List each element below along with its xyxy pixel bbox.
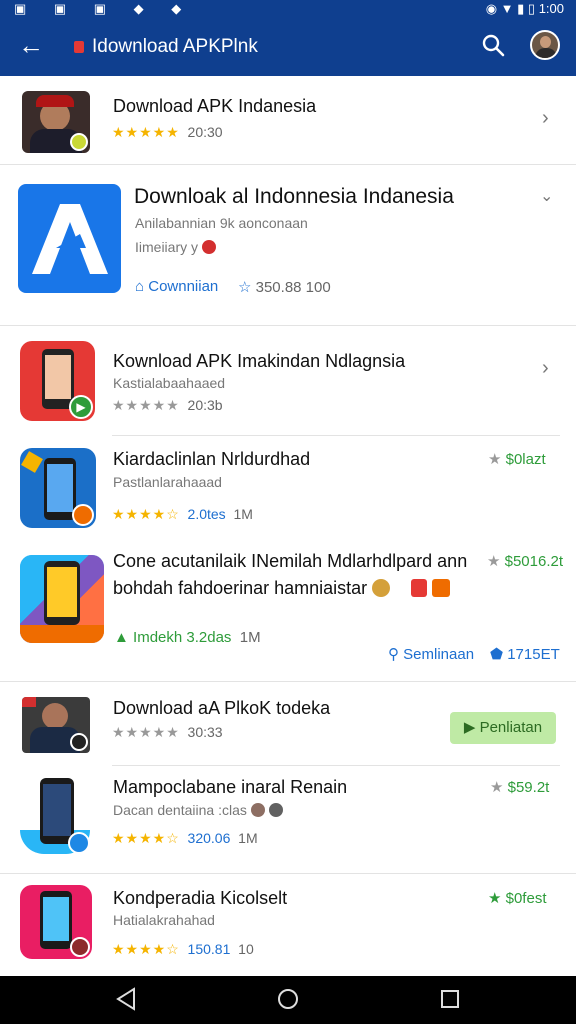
letter-a-logo-icon — [32, 204, 108, 274]
play-badge-icon: ▶ — [69, 395, 93, 419]
app-name: Kondperadia Kicolselt — [113, 888, 288, 908]
app-name: Mampoclabane inaral Renain — [113, 777, 348, 797]
rating-action[interactable]: ⬟ 1715ET — [490, 645, 560, 663]
status-time: ◉ ▼ ▮ ▯ 1:00 — [485, 1, 564, 16]
notification-icons: ▣ ▣ ▣ ◆ ◆ — [14, 1, 194, 16]
divider — [0, 325, 576, 326]
recents-nav-icon[interactable] — [438, 986, 462, 1012]
app-icon — [20, 448, 96, 528]
app-rating: ★★★★★ 30:33 — [112, 724, 223, 740]
app-price: ★ $0lazt — [488, 451, 546, 468]
app-name: Kownload APK Imakindan Ndlagnsia — [113, 351, 406, 371]
card-app-icon — [18, 184, 121, 293]
app-subtitle: Dacan dentaiina :clas — [113, 802, 283, 818]
app-name-line2: bohdah fahdoerinar hamniaistar — [113, 578, 451, 599]
coin-icon — [250, 803, 265, 817]
emoji-icon — [372, 579, 391, 597]
app-category: ▲ Imdekh 3.2das 1M — [114, 629, 261, 646]
app-rating: ★★★★☆ 320.06 1M — [112, 830, 258, 846]
app-icon — [20, 885, 92, 959]
app-rating: ★★★★★ 20:3b — [112, 397, 223, 413]
card-install-action[interactable]: ⌂ Cownniian — [135, 278, 218, 295]
app-icon — [20, 555, 104, 643]
app-logo-icon — [74, 41, 84, 53]
profile-avatar[interactable] — [530, 30, 560, 60]
page-title: Idownload APKPlnk — [74, 36, 258, 58]
app-subtitle: Pastlanlarahaaad — [113, 474, 222, 490]
status-bar: ▣ ▣ ▣ ◆ ◆ ◉ ▼ ▮ ▯ 1:00 — [0, 0, 576, 18]
chevron-down-icon[interactable]: ⌄ — [540, 186, 553, 206]
divider — [0, 681, 576, 682]
card-app-category: Iimeiiary y — [135, 239, 216, 255]
app-icon — [20, 774, 92, 858]
app-rating: ★★★★☆ 2.0tes 1M — [112, 506, 253, 522]
card-app-desc: Anilabannian 9k aonconaan — [135, 215, 308, 231]
app-price: ★ $0fest — [488, 890, 547, 907]
divider — [112, 765, 560, 766]
card-rating-action[interactable]: ☆ 350.88 100 — [238, 278, 331, 296]
install-button[interactable]: ▶ Penliatan — [450, 712, 556, 744]
info-icon — [268, 803, 283, 817]
chevron-right-icon[interactable]: › — [542, 107, 549, 130]
app-icon: ▶ — [20, 341, 95, 421]
badge-icon — [201, 240, 216, 254]
install-action[interactable]: ⚲ Semlinaan — [388, 645, 474, 663]
featured-app-name: Download APK Indanesia — [113, 96, 317, 116]
divider — [0, 873, 576, 874]
box-icon — [432, 579, 451, 597]
gift-icon — [411, 579, 428, 597]
featured-app-rating: ★★★★★ 20:30 — [112, 124, 223, 140]
back-nav-icon[interactable] — [114, 986, 138, 1012]
back-arrow-icon[interactable]: ← — [18, 32, 44, 58]
app-name: Download aA PlkoK todeka — [113, 698, 331, 718]
featured-app-icon — [22, 91, 90, 153]
app-icon — [22, 697, 90, 753]
app-subtitle: Kastialabaahaaed — [113, 375, 226, 391]
divider — [112, 435, 560, 436]
system-navigation-bar — [0, 976, 576, 1024]
app-subtitle: Hatialakrahahad — [113, 912, 215, 928]
app-name: Kiardaclinlan Nrldurdhad — [113, 449, 311, 469]
app-name: Cone acutanilaik INemilah Mdlarhdlpard a… — [113, 551, 468, 571]
app-rating: ★★★★☆ 150.81 10 — [112, 941, 254, 957]
app-price: ★ $5016.2t — [487, 553, 564, 570]
app-bar: ← Idownload APKPlnk — [0, 18, 576, 76]
chevron-right-icon[interactable]: › — [542, 357, 549, 380]
divider — [0, 164, 576, 165]
app-price: ★ $59.2t — [490, 779, 550, 796]
card-app-name: Downloak al Indonnesia Indanesia — [134, 185, 454, 208]
search-icon[interactable] — [480, 32, 508, 60]
home-nav-icon[interactable] — [276, 986, 300, 1012]
